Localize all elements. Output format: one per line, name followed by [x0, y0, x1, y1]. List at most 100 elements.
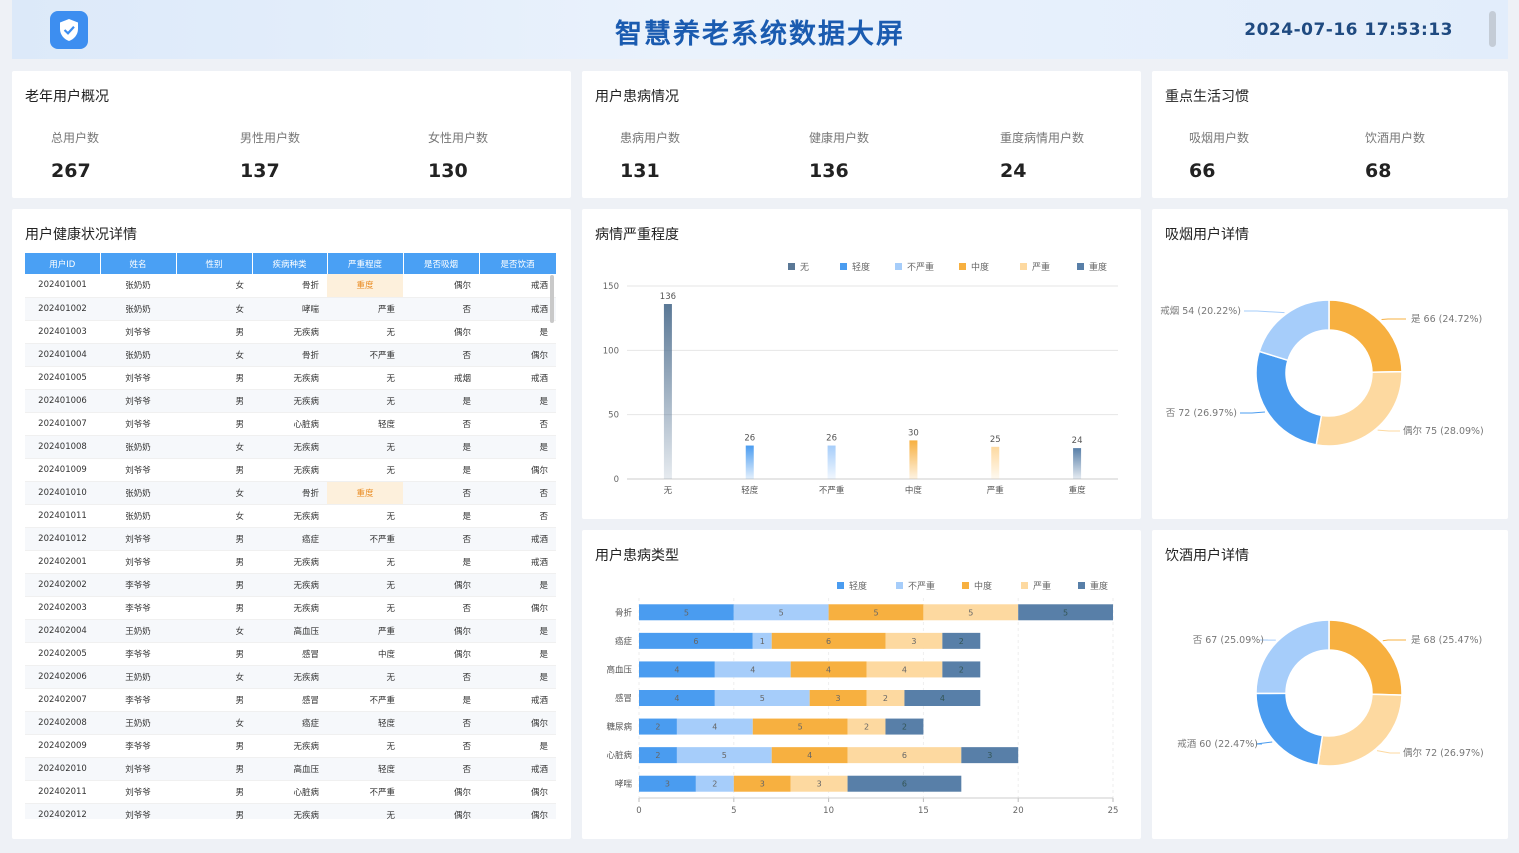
- table-scrollbar[interactable]: [550, 275, 554, 323]
- table-cell: 骨折: [252, 343, 327, 367]
- table-row[interactable]: 202401007 刘爷爷男心脏病 轻度否否: [25, 412, 556, 436]
- table-row[interactable]: 202402010 刘爷爷男高血压 轻度否戒酒: [25, 757, 556, 781]
- table-row[interactable]: 202402002 李爷爷男无疾病无偶尔是: [25, 573, 556, 597]
- disease-type-stacked-chart: 轻度 不严重 中度 严重 重度0 5 10 15 20 25骨折 5 5 5 5 5癌症 6 1 6 3 2高血压 4 4…: [606, 580, 1118, 816]
- table-cell: 刘爷爷: [100, 366, 176, 390]
- slice-label: 戒酒 60 (22.47%): [1177, 738, 1258, 750]
- table-row[interactable]: 202402007 李爷爷男感冒 不严重是戒酒: [25, 688, 556, 712]
- y-tick-label: 150: [603, 282, 619, 292]
- table-cell: 刘爷爷: [100, 803, 176, 819]
- panel-title: 老年用户概况: [25, 89, 109, 105]
- table-row[interactable]: 202401012 刘爷爷男癌症 不严重否戒酒: [25, 527, 556, 551]
- table-cell: 不严重: [327, 343, 403, 367]
- table-header-cell[interactable]: 性别: [176, 253, 253, 274]
- table-cell: 王奶奶: [100, 665, 176, 689]
- table-header-cell[interactable]: 用户ID: [25, 253, 101, 274]
- table-cell: 心脏病: [252, 412, 327, 436]
- segment-label: 4: [674, 694, 679, 703]
- table-cell: 202402007: [25, 688, 100, 712]
- table-cell: 偶尔: [403, 320, 479, 344]
- table-row[interactable]: 202402001 刘爷爷男无疾病无是戒酒: [25, 550, 556, 574]
- segment-label: 5: [722, 751, 727, 760]
- table-row[interactable]: 202401004 张奶奶女骨折 不严重否偶尔: [25, 343, 556, 367]
- table-cell: 是: [479, 573, 556, 597]
- table-header-cell[interactable]: 疾病种类: [252, 253, 328, 274]
- table-row[interactable]: 202401010 张奶奶女骨折 重度否否: [25, 481, 556, 505]
- drinking-chart-panel: 饮酒用户详情 是 68 (25.47%) 偶尔 72 (26.97%) 戒酒 60 …: [1152, 530, 1508, 839]
- bar-严重: [991, 446, 1000, 479]
- bar-value-label: 26: [744, 434, 755, 444]
- segment-label: 5: [1063, 608, 1068, 617]
- legend-swatch: [1078, 582, 1085, 589]
- table-row[interactable]: 202402005 李爷爷男感冒 中度 偶尔是: [25, 642, 556, 666]
- table-cell: 否: [479, 504, 556, 528]
- stat-sick-users: 患病用户数 131: [620, 131, 681, 182]
- table-row[interactable]: 202401003 刘爷爷男无疾病无偶尔是: [25, 320, 556, 344]
- table-cell: 高血压: [252, 757, 327, 781]
- label-leader-line: [1377, 429, 1400, 432]
- table-cell: 感冒: [252, 688, 327, 712]
- table-row[interactable]: 202402009 李爷爷男无疾病无否是: [25, 734, 556, 758]
- table-cell: 偶尔: [479, 803, 556, 819]
- table-cell: 否: [403, 757, 479, 781]
- table-cell: 女: [176, 297, 252, 321]
- table-cell: 李爷爷: [100, 642, 176, 666]
- bar-value-label: 26: [826, 434, 837, 444]
- table-cell: 男: [176, 734, 252, 758]
- table-cell: 刘爷爷: [100, 780, 176, 804]
- table-row[interactable]: 202402006 王奶奶女无疾病无否是: [25, 665, 556, 689]
- panel-title: 用户健康状况详情: [25, 227, 137, 243]
- table-row[interactable]: 202401009 刘爷爷男无疾病无是偶尔: [25, 458, 556, 482]
- table-cell: 202402006: [25, 665, 100, 689]
- table-row[interactable]: 202402008 王奶奶女癌症 轻度否偶尔: [25, 711, 556, 735]
- health-table-panel: 用户健康状况详情 用户ID 姓名 性别 疾病种类 严重程度 是否吸烟 是否饮酒 202401…: [12, 209, 571, 839]
- table-header-cell[interactable]: 是否吸烟: [403, 253, 480, 274]
- segment-label: 2: [959, 637, 964, 646]
- table-row[interactable]: 202401001 张奶奶女骨折 重度 偶尔 戒酒: [25, 274, 556, 298]
- table-cell: 男: [176, 573, 252, 597]
- legend-swatch: [1021, 582, 1028, 589]
- table-cell: 刘爷爷: [100, 527, 176, 551]
- x-tick-label: 中度: [905, 485, 923, 496]
- page-scrollbar[interactable]: [1489, 11, 1496, 47]
- table-row[interactable]: 202401006 刘爷爷男无疾病无是是: [25, 389, 556, 413]
- smoking-chart-panel: 吸烟用户详情 是 66 (24.72%) 偶尔 75 (28.09%) 否 72 (…: [1152, 209, 1508, 519]
- table-cell: 202402001: [25, 550, 100, 574]
- table-cell: 刘爷爷: [100, 458, 176, 482]
- table-cell: 女: [176, 711, 252, 735]
- table-cell: 202402011: [25, 780, 100, 804]
- legend-label: 轻度: [852, 261, 870, 273]
- table-row[interactable]: 202401005 刘爷爷男无疾病无戒烟 戒酒: [25, 366, 556, 390]
- health-table-scroll-area[interactable]: 用户ID 姓名 性别 疾病种类 严重程度 是否吸烟 是否饮酒 202401001 张奶奶女骨折…: [25, 253, 556, 819]
- y-tick-label: 0: [614, 475, 619, 485]
- table-cell: 男: [176, 688, 252, 712]
- table-header-cell[interactable]: 严重程度: [327, 253, 404, 274]
- table-cell: 无疾病: [252, 320, 327, 344]
- table-cell: 李爷爷: [100, 688, 176, 712]
- table-cell: 是: [479, 642, 556, 666]
- table-header-cell[interactable]: 是否饮酒: [479, 253, 556, 274]
- legend-label: 严重: [1032, 261, 1050, 273]
- bar-value-label: 25: [990, 435, 1001, 445]
- disease-overview-panel: 用户患病情况 患病用户数 131 健康用户数 136 重度病情用户数 24: [582, 71, 1141, 198]
- table-row[interactable]: 202402004 王奶奶女高血压 严重 偶尔是: [25, 619, 556, 643]
- table-row[interactable]: 202401008 张奶奶女无疾病无是是: [25, 435, 556, 459]
- y-tick-label: 100: [603, 346, 619, 356]
- table-cell: 无疾病: [252, 435, 327, 459]
- x-tick-label: 15: [918, 806, 929, 816]
- table-row[interactable]: 202402003 李爷爷男无疾病无否偶尔: [25, 596, 556, 620]
- severity-bar-chart: 无轻度 不严重 中度 严重 重度050100150136无26轻度26不严重30中度25…: [603, 261, 1118, 496]
- panel-title: 重点生活习惯: [1165, 89, 1249, 105]
- table-row[interactable]: 202401011 张奶奶女无疾病无是否: [25, 504, 556, 528]
- table-cell: 202401011: [25, 504, 100, 528]
- table-cell: 李爷爷: [100, 734, 176, 758]
- elderly-overview-panel: 老年用户概况 总用户数 267 男性用户数 137 女性用户数 130: [12, 71, 571, 198]
- table-row[interactable]: 202402011 刘爷爷男心脏病 不严重 偶尔 偶尔: [25, 780, 556, 804]
- table-cell: 感冒: [252, 642, 327, 666]
- table-cell: 是: [479, 435, 556, 459]
- table-row[interactable]: 202401002 张奶奶女哮喘 严重否戒酒: [25, 297, 556, 321]
- table-row[interactable]: 202402012 刘爷爷男无疾病无偶尔 偶尔: [25, 803, 556, 819]
- table-cell: 男: [176, 550, 252, 574]
- table-cell: 202402002: [25, 573, 100, 597]
- table-header-cell[interactable]: 姓名: [100, 253, 177, 274]
